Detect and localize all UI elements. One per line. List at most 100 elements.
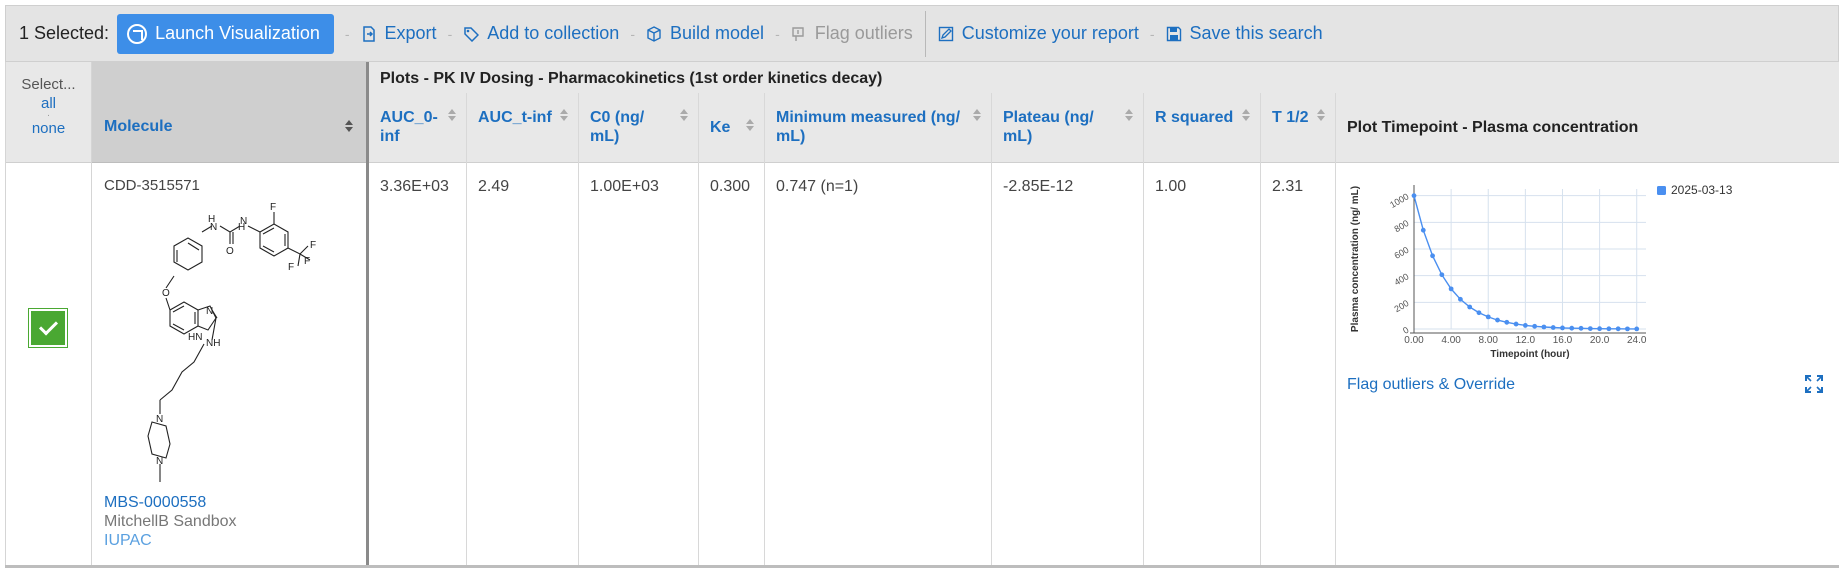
row-select-checkbox[interactable] (28, 308, 68, 348)
svg-text:H: H (208, 214, 215, 225)
plot-column-header-label: Plot Timepoint - Plasma concentration (1347, 119, 1639, 136)
save-search-button[interactable]: Save this search (1166, 23, 1323, 44)
column-ke: Ke 0.300 (699, 93, 765, 568)
data-point (1597, 326, 1602, 332)
column-header[interactable]: Plateau (ng/ mL) (992, 93, 1143, 163)
data-point (1430, 253, 1435, 259)
svg-text:NH: NH (206, 338, 220, 349)
data-point (1485, 314, 1491, 320)
column-header-label: Plateau (ng/ mL) (1003, 109, 1094, 145)
column-header[interactable]: AUC_t-inf (467, 93, 578, 163)
column-r-squared: R squared 1.00 (1144, 93, 1261, 568)
sort-icon[interactable] (1124, 108, 1134, 122)
y-tick-label: 1000 (1388, 191, 1410, 210)
x-tick-label: 16.0 (1553, 335, 1573, 346)
launch-icon (127, 23, 148, 44)
plot-column-header: Plot Timepoint - Plasma concentration (1336, 93, 1839, 163)
sort-icon[interactable] (1316, 108, 1326, 122)
data-point (1578, 325, 1584, 331)
sort-icon[interactable] (344, 119, 354, 133)
select-column: Select... all · none (5, 62, 92, 568)
separator: - (447, 25, 453, 42)
cell-value: 1.00E+03 (590, 178, 659, 195)
sort-icon[interactable] (745, 118, 755, 132)
data-point (1569, 325, 1575, 331)
flag-outliers-label: Flag outliers (814, 23, 913, 43)
x-tick-label: 20.0 (1590, 335, 1610, 346)
cell-value: 1.00 (1155, 178, 1187, 195)
results-table: Select... all · none Molecule CDD-351557… (5, 62, 1839, 568)
batch-link[interactable]: MBS-0000558 (104, 494, 206, 512)
column-header[interactable]: AUC_0-inf (369, 93, 466, 163)
launch-visualization-button[interactable]: Launch Visualization (117, 13, 334, 54)
data-point (1467, 304, 1473, 310)
cube-icon (646, 25, 662, 42)
svg-text:F: F (310, 240, 316, 251)
save-search-label: Save this search (1189, 23, 1323, 43)
y-tick-label: 400 (1392, 271, 1410, 287)
column-t-half: T 1/2 2.31 (1261, 93, 1336, 568)
column-header[interactable]: Ke (699, 93, 764, 163)
column-c0: C0 (ng/ mL) 1.00E+03 (579, 93, 699, 568)
x-tick-label: 12.0 (1516, 335, 1536, 346)
y-axis-label: Plasma concentration (ng/ mL) (1350, 186, 1361, 332)
cell-value: 2.49 (478, 178, 510, 195)
data-point (1411, 193, 1417, 199)
molecule-column: Molecule CDD-3515571 F F F F H N N H O O… (92, 62, 369, 568)
data-point (1458, 296, 1463, 302)
launch-visualization-label: Launch Visualization (155, 23, 320, 43)
toolbar-divider (924, 10, 926, 57)
legend-label: 2025-03-13 (1671, 183, 1733, 197)
y-tick-label: 800 (1392, 218, 1410, 234)
data-point (1439, 272, 1445, 278)
separator: - (630, 25, 635, 42)
flag-outliers-override-link[interactable]: Flag outliers & Override (1347, 376, 1515, 394)
add-to-collection-button[interactable]: Add to collection (463, 23, 619, 44)
column-minimum-measured: Minimum measured (ng/ mL) 0.747 (n=1) (765, 93, 992, 568)
customize-report-button[interactable]: Customize your report (938, 23, 1139, 44)
column-header[interactable]: R squared (1144, 93, 1260, 163)
select-none-link[interactable]: none (6, 119, 91, 138)
column-header-label: T 1/2 (1272, 109, 1309, 126)
expand-icon[interactable] (1805, 375, 1823, 393)
svg-text:F: F (304, 256, 310, 267)
customize-report-label: Customize your report (961, 23, 1139, 43)
legend-swatch (1657, 186, 1666, 195)
column-header-label: AUC_t-inf (478, 109, 552, 126)
build-model-button[interactable]: Build model (646, 23, 764, 44)
svg-text:O: O (226, 246, 234, 257)
sort-icon[interactable] (1241, 108, 1251, 122)
add-to-collection-label: Add to collection (487, 23, 620, 43)
flag-outliers-button[interactable]: Flag outliers (791, 23, 913, 44)
molecule-header-label: Molecule (104, 118, 173, 135)
x-tick-label: 8.00 (1479, 335, 1499, 346)
column-header[interactable]: C0 (ng/ mL) (579, 93, 698, 163)
svg-text:N: N (156, 456, 163, 467)
export-icon (361, 25, 377, 42)
molecule-header[interactable]: Molecule (92, 62, 366, 163)
data-point (1420, 227, 1426, 233)
sort-icon[interactable] (679, 108, 689, 122)
selected-count: 1 Selected: (19, 23, 110, 43)
data-point (1541, 324, 1547, 330)
pk-plot-chart[interactable]: 020040060080010000.00 4.00 8.00 12.0 16.0 20.… (1336, 171, 1806, 411)
column-header[interactable]: Minimum measured (ng/ mL) (765, 93, 991, 163)
molecule-structure-image[interactable]: F F F F H N N H O O N HN NH N N (142, 202, 322, 522)
sort-icon[interactable] (447, 108, 457, 122)
x-axis-label: Timepoint (hour) (1490, 349, 1569, 360)
select-header-label: Select... (21, 76, 76, 93)
column-header-label: AUC_0-inf (380, 109, 438, 145)
cell-value: -2.85E-12 (1003, 178, 1074, 195)
sort-icon[interactable] (972, 108, 982, 122)
column-header[interactable]: T 1/2 (1261, 93, 1335, 163)
data-point (1522, 323, 1528, 328)
y-tick-label: 600 (1392, 245, 1410, 261)
column-plateau: Plateau (ng/ mL) -2.85E-12 (992, 93, 1144, 568)
data-point (1550, 325, 1556, 330)
sort-icon[interactable] (559, 108, 569, 122)
cell-value: 0.300 (710, 178, 751, 195)
build-model-label: Build model (670, 23, 765, 43)
iupac-link[interactable]: IUPAC (104, 532, 152, 550)
column-auc-t-inf: AUC_t-inf 2.49 (467, 93, 579, 568)
export-button[interactable]: Export (361, 23, 437, 44)
